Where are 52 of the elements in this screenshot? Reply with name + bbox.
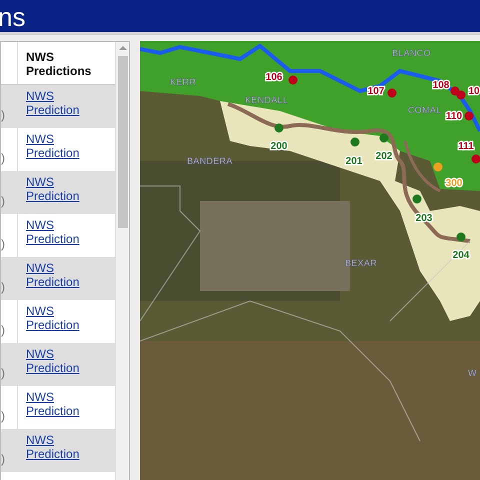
gauge-label: 204	[452, 250, 470, 261]
gauge-label: 111	[458, 141, 474, 152]
gauge-marker[interactable]	[450, 86, 460, 96]
gauge-marker[interactable]	[472, 154, 480, 164]
gauge-marker[interactable]	[456, 232, 466, 242]
table-cell: )	[1, 366, 5, 380]
table-cell: )	[1, 151, 5, 165]
gauge-marker[interactable]	[456, 90, 466, 100]
prediction-link[interactable]: NWS Prediction	[26, 390, 90, 418]
gauge-marker[interactable]	[464, 112, 474, 120]
county-label: W	[468, 368, 477, 378]
gauge-label: 107	[368, 86, 384, 97]
county-label: KERR	[170, 77, 196, 87]
table-cell: )	[1, 409, 5, 423]
gauge-label: 201	[346, 156, 362, 167]
prediction-link[interactable]: NWS Prediction	[26, 433, 90, 461]
table-cell: )	[1, 452, 5, 466]
gauge-label: 106	[266, 72, 282, 83]
scrollbar[interactable]	[115, 42, 129, 480]
table-cell: )	[1, 237, 5, 251]
gauge-marker[interactable]	[412, 194, 422, 204]
gauge-label: 200	[270, 141, 288, 152]
gauge-marker[interactable]	[434, 162, 442, 172]
page-title: ns	[0, 1, 26, 30]
gauge-marker[interactable]	[288, 76, 298, 84]
scroll-up-icon[interactable]	[118, 46, 127, 50]
gauge-marker[interactable]	[380, 134, 388, 142]
prediction-link[interactable]: NWS Prediction	[26, 89, 90, 117]
prediction-link[interactable]: NWS Prediction	[26, 304, 90, 332]
gauge-label: 110	[446, 111, 462, 122]
gauge-marker[interactable]	[388, 88, 396, 98]
column-header: NWS Predictions	[25, 49, 92, 80]
gauge-marker[interactable]	[274, 124, 284, 132]
prediction-link[interactable]: NWS Prediction	[26, 347, 90, 375]
prediction-link[interactable]: NWS Prediction	[26, 175, 90, 203]
county-label: KENDALL	[245, 95, 288, 105]
gauge-marker[interactable]	[350, 138, 360, 146]
gauge-label: 10	[468, 86, 480, 97]
county-label: COMAL	[408, 105, 442, 115]
county-label: BANDERA	[187, 156, 233, 166]
prediction-link[interactable]: NWS Prediction	[26, 218, 90, 246]
county-label: BLANCO	[392, 48, 431, 58]
prediction-link[interactable]: NWS Prediction	[26, 261, 90, 289]
table-cell: )	[1, 323, 5, 337]
table-cell: )	[1, 194, 5, 208]
county-label: BEXAR	[345, 258, 378, 268]
scroll-thumb[interactable]	[118, 56, 128, 228]
gauge-label: 202	[376, 151, 392, 162]
prediction-link[interactable]: NWS Prediction	[26, 132, 90, 160]
table-cell: )	[1, 280, 5, 294]
table-cell: )	[1, 108, 5, 122]
gauge-label: 300	[446, 178, 462, 189]
